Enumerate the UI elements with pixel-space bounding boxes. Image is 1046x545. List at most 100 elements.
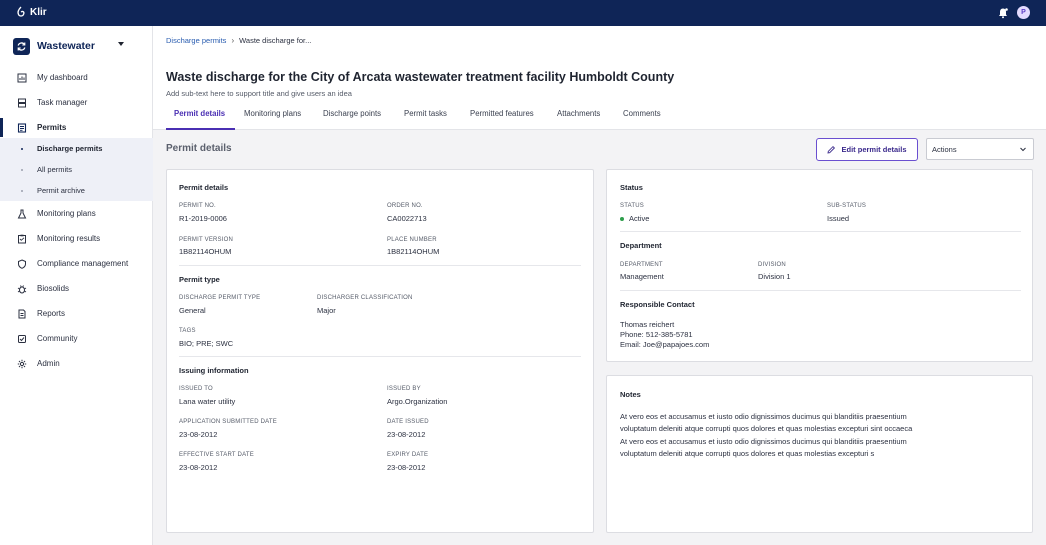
user-avatar[interactable]: P (1017, 6, 1030, 19)
permits-icon (17, 122, 27, 133)
permit-version-value: 1B82114OHUM (179, 247, 232, 256)
app-switcher[interactable]: Wastewater (13, 37, 143, 55)
notes-line: voluptatum deleniti atque corrupti quos … (620, 449, 875, 458)
divider (179, 356, 581, 357)
shield-icon (18, 258, 26, 269)
caret-down-icon (118, 42, 124, 46)
flask-icon (17, 209, 27, 218)
report-icon (18, 309, 26, 318)
issued-by-label: ISSUED BY (387, 386, 421, 392)
subnav-item-discharge-permits[interactable]: Discharge permits (0, 138, 153, 159)
expiry-value: 23-08-2012 (387, 463, 426, 472)
subnav-item-all-permits[interactable]: All permits (0, 159, 153, 180)
top-bar: Klir P (0, 0, 1046, 26)
issued-to-value: Lana water utility (179, 397, 236, 406)
place-number-value: 1B82114OHUM (387, 247, 440, 256)
tags-label: TAGS (179, 328, 196, 334)
place-number-label: PLACE NUMBER (387, 237, 437, 243)
edit-permit-details-button[interactable]: Edit permit details (816, 138, 918, 161)
division-value: Division 1 (758, 272, 791, 281)
tags-value: BIO; PRE; SWC (179, 339, 234, 348)
department-label: DEPARTMENT (620, 262, 663, 268)
divider (620, 290, 1021, 291)
contact-phone: Phone: 512-385-5781 (620, 330, 693, 339)
division-label: DIVISION (758, 262, 786, 268)
department-heading: Department (620, 241, 662, 250)
actions-select[interactable]: Actions (926, 138, 1034, 160)
permits-subnav: Discharge permits All permits Permit arc… (0, 138, 153, 201)
tab-permitted-features[interactable]: Permitted features (470, 109, 534, 118)
date-issued-label: DATE ISSUED (387, 419, 429, 425)
tab-attachments[interactable]: Attachments (557, 109, 600, 118)
sidebar-item-monitoring-results[interactable]: Monitoring results (0, 226, 153, 251)
sidebar-item-biosolids[interactable]: Biosolids (0, 276, 153, 301)
tab-monitoring-plans[interactable]: Monitoring plans (244, 109, 301, 118)
brand-logo[interactable]: Klir (16, 6, 47, 18)
app-refresh-icon (13, 37, 30, 55)
app-submitted-value: 23-08-2012 (179, 430, 218, 439)
sidebar-item-monitoring-plans[interactable]: Monitoring plans (0, 201, 153, 226)
effective-start-label: EFFECTIVE START DATE (179, 452, 254, 458)
tab-discharge-points[interactable]: Discharge points (323, 109, 381, 118)
contact-name: Thomas reichert (620, 320, 675, 329)
notification-bell-icon[interactable] (997, 7, 1009, 19)
sidebar-item-my-dashboard[interactable]: My dashboard (0, 65, 153, 90)
permit-details-heading: Permit details (179, 183, 229, 192)
tab-permit-tasks[interactable]: Permit tasks (404, 109, 447, 118)
notes-heading: Notes (620, 390, 641, 399)
sidebar-item-task-manager[interactable]: Task manager (0, 90, 153, 115)
page-title: Waste discharge for the City of Arcata w… (166, 70, 675, 84)
notes-line: At vero eos et accusamus et iusto odio d… (620, 412, 907, 421)
divider (179, 265, 581, 266)
status-text: Active (629, 214, 650, 223)
sidebar-item-permits[interactable]: Permits (0, 115, 153, 140)
permit-version-label: PERMIT VERSION (179, 237, 234, 243)
gear-icon (17, 359, 27, 368)
page-subtitle: Add sub-text here to support title and g… (166, 89, 352, 98)
issued-by-value: Argo.Organization (387, 397, 448, 406)
active-tab-indicator (166, 128, 235, 130)
discharger-class-value: Major (317, 306, 336, 315)
breadcrumb: Discharge permits › Waste discharge for.… (166, 36, 311, 45)
order-no-value: CA0022713 (387, 214, 427, 223)
expiry-label: EXPIRY DATE (387, 452, 429, 458)
breadcrumb-link[interactable]: Discharge permits (166, 36, 226, 45)
chevron-right-icon: › (231, 36, 235, 45)
permit-no-value: R1-2019-0006 (179, 214, 227, 223)
discharger-class-label: DISCHARGER CLASSIFICATION (317, 295, 413, 301)
pencil-icon (827, 145, 836, 154)
tasks-icon (18, 98, 26, 107)
notes-card: Notes At vero eos et accusamus et iusto … (606, 375, 1033, 533)
klir-logo-icon (17, 6, 25, 17)
permit-details-card: Permit details PERMIT NO. R1-2019-0006 O… (166, 169, 594, 533)
sidebar-item-reports[interactable]: Reports (0, 301, 153, 326)
status-heading: Status (620, 183, 643, 192)
clipboard-icon (18, 234, 26, 243)
bug-icon (17, 284, 27, 293)
issuing-heading: Issuing information (179, 366, 249, 375)
status-indicator-icon (620, 217, 624, 222)
sidebar-item-compliance-management[interactable]: Compliance management (0, 251, 153, 276)
sidebar: Wastewater My dashboard Task manager Per… (0, 26, 153, 545)
status-value: Active (620, 214, 649, 223)
tab-permit-details[interactable]: Permit details (174, 109, 225, 118)
permit-type-heading: Permit type (179, 275, 220, 284)
edit-button-label: Edit permit details (841, 145, 907, 154)
sidebar-item-community[interactable]: Community (0, 326, 153, 351)
substatus-label: SUB-STATUS (827, 203, 867, 209)
permit-no-label: PERMIT NO. (179, 203, 216, 209)
date-issued-value: 23-08-2012 (387, 430, 426, 439)
discharge-type-label: DISCHARGE PERMIT TYPE (179, 295, 261, 301)
actions-select-value: Actions (932, 145, 957, 154)
issued-to-label: ISSUED TO (179, 386, 213, 392)
subnav-item-permit-archive[interactable]: Permit archive (0, 180, 153, 201)
bullet-icon (21, 147, 23, 150)
effective-start-value: 23-08-2012 (179, 463, 218, 472)
divider (620, 231, 1021, 232)
tab-comments[interactable]: Comments (623, 109, 661, 118)
notes-line: voluptatum deleniti atque corrupti quos … (620, 424, 913, 433)
sidebar-item-admin[interactable]: Admin (0, 351, 153, 376)
notes-line: At vero eos et accusamus et iusto odio d… (620, 437, 907, 446)
community-icon (18, 334, 26, 343)
substatus-value: Issued (827, 214, 850, 223)
